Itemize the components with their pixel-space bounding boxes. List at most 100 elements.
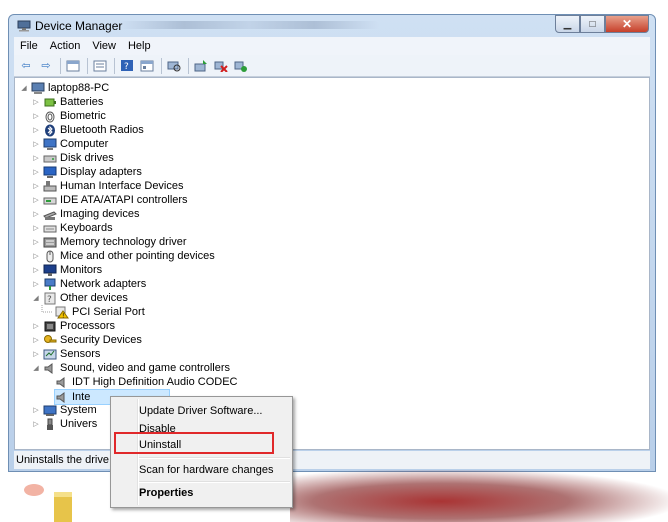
folder-icon <box>24 484 72 522</box>
details-icon[interactable] <box>139 58 155 74</box>
minimize-icon: ▁ <box>563 18 572 30</box>
sensor-icon <box>43 349 57 359</box>
menu-file[interactable]: File <box>14 40 44 52</box>
collapse-arrow-icon[interactable]: ◢ <box>20 84 28 92</box>
help-icon[interactable]: ? <box>119 58 135 74</box>
tree-item-sound-video-and-game-controllers[interactable]: ◢ Sound, video and game controllers <box>32 361 230 375</box>
expand-arrow-icon[interactable]: ▷ <box>32 420 40 428</box>
context-properties[interactable]: Properties <box>139 487 193 499</box>
tree-root[interactable]: ◢ laptop88-PC <box>20 81 109 95</box>
context-separator <box>139 481 290 483</box>
tree-item-label: Network adapters <box>60 278 147 290</box>
collapse-arrow-icon[interactable]: ◢ <box>32 364 40 372</box>
expand-arrow-icon[interactable]: ▷ <box>32 238 40 246</box>
tree-item-batteries[interactable]: ▷ Batteries <box>32 95 103 109</box>
minimize-button[interactable]: ▁ <box>555 15 580 33</box>
collapse-arrow-icon[interactable]: ◢ <box>32 294 40 302</box>
usb-icon <box>47 418 53 430</box>
expand-arrow-icon[interactable]: ▷ <box>32 406 40 414</box>
tree-item-monitors[interactable]: ▷ Monitors <box>32 263 102 277</box>
tree-item-sensors[interactable]: ▷ Sensors <box>32 347 100 361</box>
tree-item-computer[interactable]: ▷ Computer <box>32 137 108 151</box>
status-text: Uninstalls the drive <box>16 454 109 466</box>
expand-arrow-icon[interactable]: ▷ <box>32 140 40 148</box>
context-scan-for-hardware-changes[interactable]: Scan for hardware changes <box>139 464 274 476</box>
tree-item-label: Biometric <box>60 110 106 122</box>
keyboard-icon <box>43 225 57 232</box>
tree-item-label: Other devices <box>60 292 128 304</box>
expand-arrow-icon[interactable]: ▷ <box>32 112 40 120</box>
menu-view[interactable]: View <box>86 40 122 52</box>
tree-item-label: Keyboards <box>60 222 113 234</box>
expand-arrow-icon[interactable]: ▷ <box>32 98 40 106</box>
enable-icon[interactable] <box>233 58 249 74</box>
tree-item-bluetooth-radios[interactable]: ▷ Bluetooth Radios <box>32 123 144 137</box>
tree-item-human-interface-devices[interactable]: ▷ Human Interface Devices <box>32 179 183 193</box>
expand-arrow-icon[interactable]: ▷ <box>32 210 40 218</box>
tree-item-pci-serial-port[interactable]: ! PCI Serial Port <box>55 305 145 319</box>
tree-connector-line <box>41 305 52 313</box>
tree-item-label: Univers <box>60 418 98 430</box>
update-driver-icon[interactable] <box>193 58 209 74</box>
menu-action[interactable]: Action <box>44 40 87 52</box>
expand-arrow-icon[interactable]: ▷ <box>32 252 40 260</box>
tree-item-ide-ata-atapi-controllers[interactable]: ▷ IDE ATA/ATAPI controllers <box>32 193 187 207</box>
desktop-wallpaper-streak <box>290 470 668 522</box>
context-update-driver-software[interactable]: Update Driver Software... <box>139 405 263 417</box>
expand-arrow-icon[interactable]: ▷ <box>32 280 40 288</box>
close-button[interactable]: ✕ <box>605 15 649 33</box>
scan-icon[interactable] <box>166 58 182 74</box>
tree-item-display-adapters[interactable]: ▷ Display adapters <box>32 165 142 179</box>
blurred-title-region <box>119 21 379 29</box>
tree-item-system-devices[interactable]: ▷ System <box>32 403 97 417</box>
tree-item-security-devices[interactable]: ▷ Security Devices <box>32 333 142 347</box>
toolbar-separator <box>188 57 189 74</box>
scanner-icon <box>43 210 57 220</box>
show-hidden-icon[interactable] <box>65 58 81 74</box>
expand-arrow-icon[interactable]: ▷ <box>32 266 40 274</box>
maximize-icon: □ <box>589 18 596 30</box>
tree-item-mice-and-other-pointing-devices[interactable]: ▷ Mice and other pointing devices <box>32 249 215 263</box>
back-icon[interactable]: ⇦ <box>18 58 34 74</box>
tree-item-label: Sound, video and game controllers <box>60 362 230 374</box>
toolbar: ⇦ ⇨ ? <box>14 55 650 77</box>
expand-arrow-icon[interactable]: ▷ <box>32 196 40 204</box>
computer-icon <box>31 82 45 94</box>
maximize-button[interactable]: □ <box>580 15 605 33</box>
disk-drive-icon <box>43 155 57 162</box>
tree-item-memory-technology-driver[interactable]: ▷ Memory technology driver <box>32 235 187 249</box>
tree-item-label: IDT High Definition Audio CODEC <box>72 376 238 388</box>
menu-help[interactable]: Help <box>122 40 157 52</box>
uninstall-icon[interactable] <box>213 58 229 74</box>
tree-item-disk-drives[interactable]: ▷ Disk drives <box>32 151 114 165</box>
tree-item-imaging-devices[interactable]: ▷ Imaging devices <box>32 207 139 221</box>
toolbar-separator <box>60 57 61 74</box>
expand-arrow-icon[interactable]: ▷ <box>32 126 40 134</box>
tree-item-label: System <box>60 404 97 416</box>
device-manager-window: Device Manager ▁ □ ✕ File Action View He… <box>8 14 656 472</box>
svg-text:?: ? <box>124 62 129 72</box>
expand-arrow-icon[interactable]: ▷ <box>32 336 40 344</box>
tree-item-processors[interactable]: ▷ Processors <box>32 319 115 333</box>
tree-item-biometric[interactable]: ▷ Biometric <box>32 109 106 123</box>
tree-item-label: Memory technology driver <box>60 236 187 248</box>
expand-arrow-icon[interactable]: ▷ <box>32 168 40 176</box>
expand-arrow-icon[interactable]: ▷ <box>32 154 40 162</box>
expand-arrow-icon[interactable]: ▷ <box>32 224 40 232</box>
tree-item-universal-serial-bus-controllers[interactable]: ▷ Univers <box>32 417 97 431</box>
expand-arrow-icon[interactable]: ▷ <box>32 350 40 358</box>
ide-controller-icon <box>43 197 57 204</box>
monitor-icon <box>43 264 57 276</box>
tree-item-keyboards[interactable]: ▷ Keyboards <box>32 221 113 235</box>
device-tree-pane[interactable]: ◢ laptop88-PC ▷ Batteries ▷ Biometric ▷ … <box>14 77 650 450</box>
tree-item-network-adapters[interactable]: ▷ Network adapters <box>32 277 146 291</box>
tree-item-idt-high-definition-audio-codec[interactable]: IDT High Definition Audio CODEC <box>55 375 237 389</box>
expand-arrow-icon[interactable]: ▷ <box>32 322 40 330</box>
bluetooth-icon <box>45 124 55 136</box>
expand-arrow-icon[interactable]: ▷ <box>32 182 40 190</box>
tree-item-other-devices[interactable]: ◢ ? Other devices <box>32 291 128 305</box>
tree-item-label: Bluetooth Radios <box>60 124 144 136</box>
list-icon[interactable] <box>92 58 108 74</box>
title-bar[interactable]: Device Manager ▁ □ ✕ <box>9 15 655 37</box>
forward-icon[interactable]: ⇨ <box>38 58 54 74</box>
